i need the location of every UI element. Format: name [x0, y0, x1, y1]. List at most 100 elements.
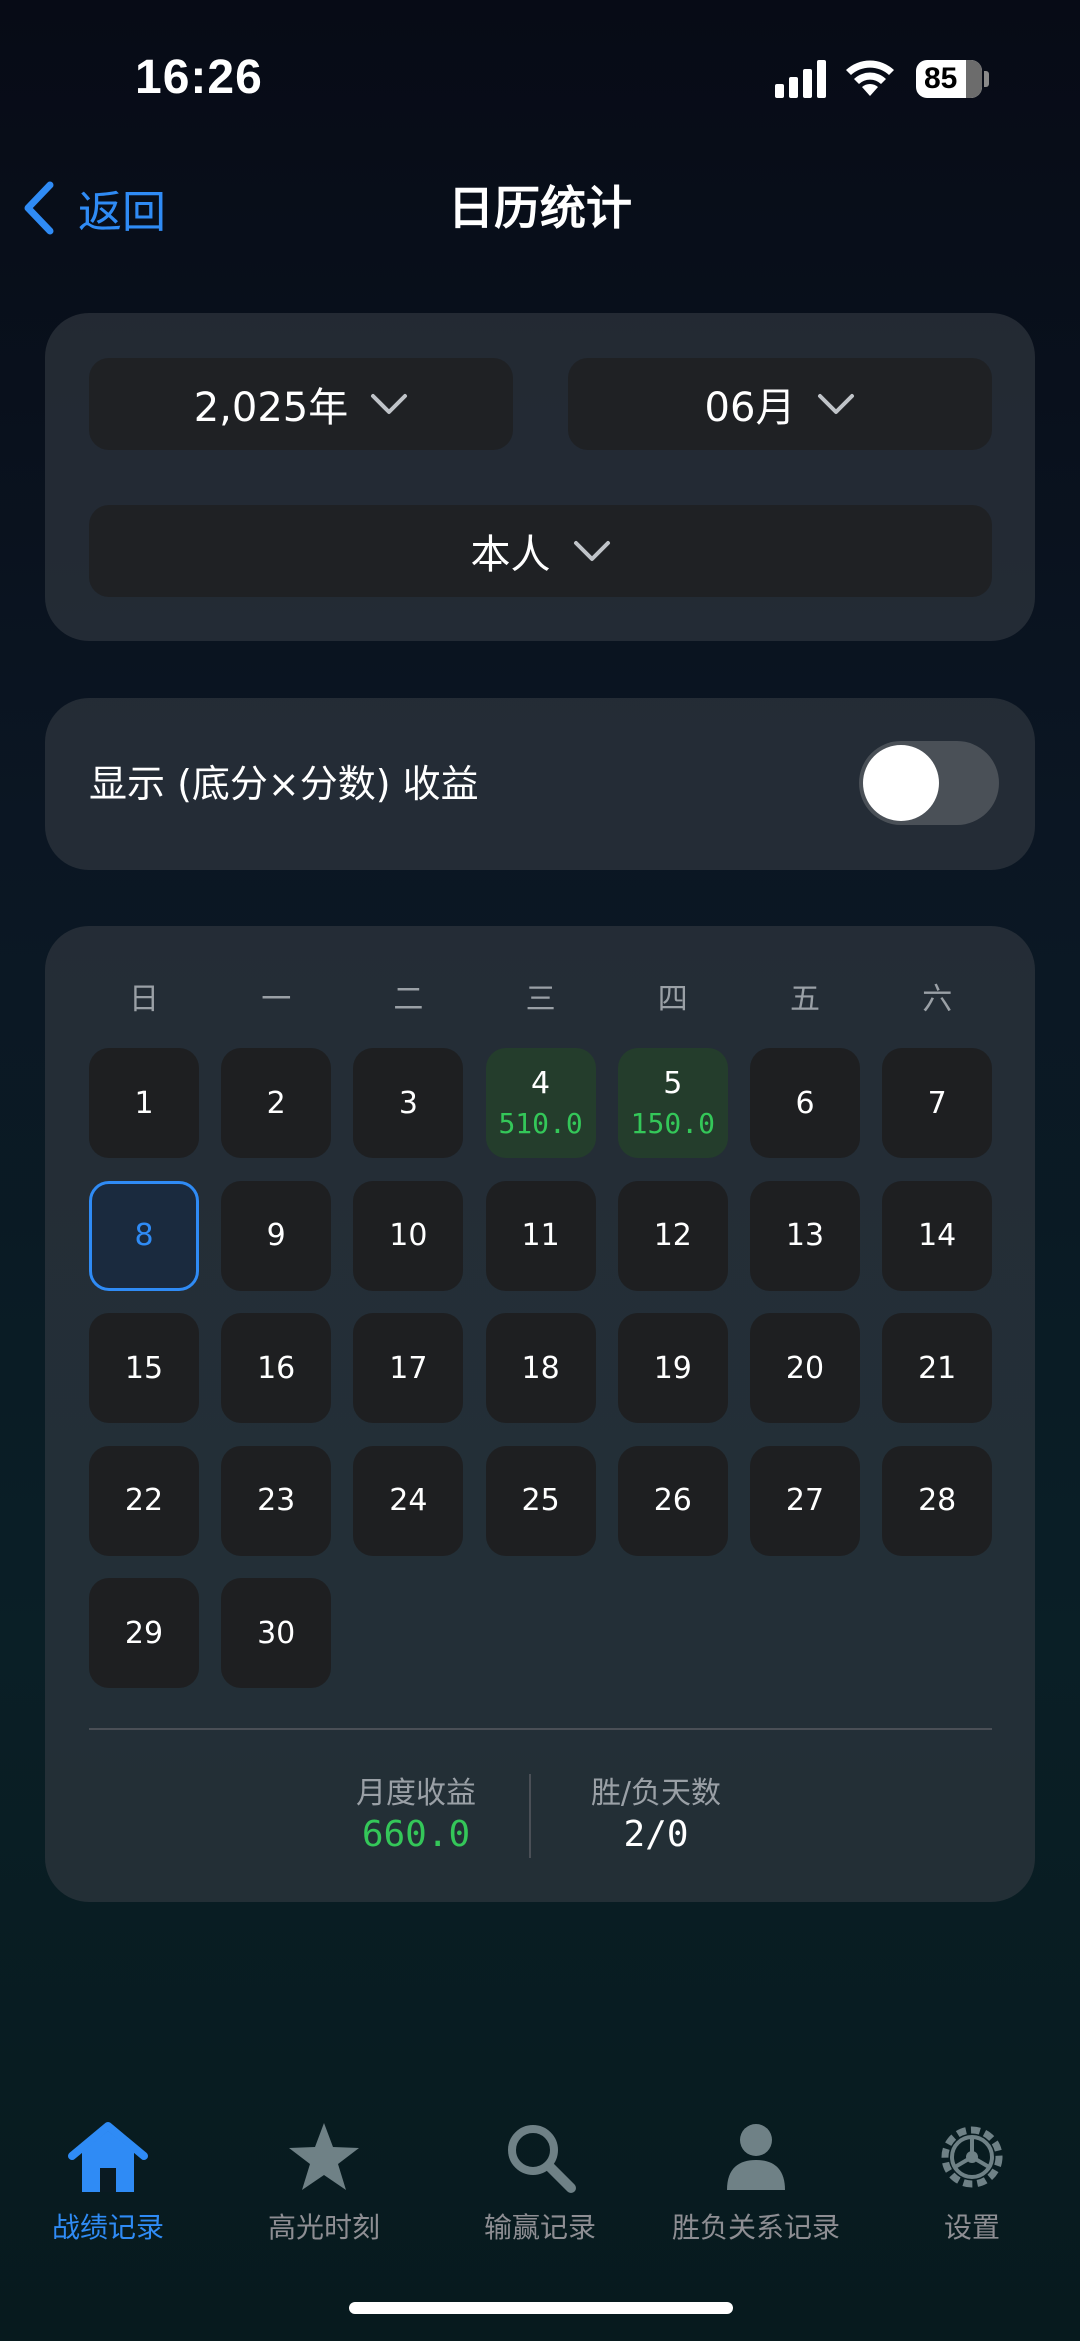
- calendar-day[interactable]: 3: [353, 1048, 464, 1158]
- gear-icon: [941, 2126, 1003, 2188]
- calendar-day[interactable]: 6: [750, 1048, 860, 1158]
- income-toggle-label: 显示 (底分×分数) 收益: [89, 762, 479, 806]
- tab-label: 胜负关系记录: [671, 2211, 840, 2244]
- day-number: 27: [785, 1483, 825, 1518]
- wifi-icon: [846, 60, 894, 96]
- calendar-day[interactable]: 21: [882, 1313, 993, 1423]
- calendar-day[interactable]: 24: [353, 1445, 464, 1556]
- tab-relationship-records[interactable]: 胜负关系记录: [648, 2120, 864, 2246]
- calendar-day[interactable]: 11: [485, 1180, 596, 1291]
- win-loss-days-value: 2/0: [623, 1814, 689, 1855]
- day-number: 21: [918, 1350, 957, 1386]
- month-picker[interactable]: 06月: [568, 358, 992, 450]
- calendar-day[interactable]: 28: [882, 1445, 993, 1556]
- day-number: 15: [124, 1350, 164, 1386]
- calendar-card: 日一二三四五六 1 2 3 4 510.0 5 150.0 6 7 8 9 10 11 12 13 14 15 1…: [45, 926, 1035, 1902]
- calendar-day[interactable]: 5 150.0: [617, 1048, 728, 1158]
- search-icon: [508, 2125, 576, 2193]
- tab-label: 战绩记录: [51, 2211, 164, 2244]
- tab-label: 设置: [943, 2211, 1000, 2244]
- battery-tip: [984, 71, 989, 87]
- calendar-day[interactable]: 29: [89, 1578, 199, 1688]
- chevron-down-icon: [371, 394, 408, 414]
- day-number: 13: [785, 1218, 825, 1253]
- income-toggle-card: 显示 (底分×分数) 收益: [45, 698, 1035, 870]
- day-number: 5: [663, 1066, 683, 1101]
- person-picker[interactable]: 本人: [89, 505, 992, 597]
- tab-label: 输赢记录: [483, 2211, 596, 2244]
- month-value: 06月: [704, 385, 796, 431]
- tab-battle-records[interactable]: 战绩记录: [0, 2120, 216, 2246]
- calendar-day[interactable]: 15: [89, 1313, 199, 1423]
- home-indicator: [349, 2302, 733, 2314]
- tab-bar: 战绩记录 高光时刻 输赢记录 胜负关系记录 设置: [0, 2120, 1080, 2260]
- toggle-knob: [863, 745, 939, 821]
- day-number: 18: [521, 1350, 560, 1386]
- calendar-day[interactable]: 9: [221, 1180, 332, 1291]
- day-number: 26: [653, 1483, 692, 1518]
- day-number: 14: [918, 1218, 957, 1253]
- star-icon: [289, 2123, 359, 2190]
- year-value: 2,025年: [193, 385, 349, 431]
- day-number: 10: [389, 1218, 428, 1253]
- day-number: 19: [653, 1350, 692, 1386]
- calendar-day[interactable]: 23: [221, 1445, 332, 1556]
- day-number: 29: [124, 1615, 164, 1651]
- page-title: 日历统计: [448, 181, 632, 235]
- calendar-day-today[interactable]: 8: [89, 1180, 199, 1291]
- day-number: 9: [266, 1218, 286, 1253]
- tab-label: 高光时刻: [267, 2211, 380, 2244]
- calendar-day[interactable]: 13: [750, 1180, 860, 1291]
- weekday-label: 六: [922, 982, 953, 1017]
- day-number: 8: [134, 1218, 154, 1253]
- weekday-label: 日: [129, 982, 159, 1017]
- day-number: 1: [134, 1085, 154, 1121]
- day-number: 11: [521, 1218, 560, 1253]
- calendar-day[interactable]: 30: [221, 1578, 332, 1688]
- weekday-label: 二: [393, 982, 424, 1017]
- status-time: 16:26: [135, 51, 263, 104]
- weekday-label: 一: [261, 982, 292, 1017]
- day-number: 12: [653, 1218, 692, 1253]
- calendar-day[interactable]: 20: [750, 1313, 860, 1423]
- day-income: 510.0: [498, 1107, 583, 1140]
- tab-highlights[interactable]: 高光时刻: [216, 2120, 432, 2246]
- income-toggle-switch[interactable]: [859, 741, 999, 825]
- day-income: 150.0: [630, 1107, 715, 1140]
- calendar-day[interactable]: 4 510.0: [485, 1048, 596, 1158]
- filter-card: 2,025年 06月 本人: [45, 313, 1035, 641]
- calendar-day[interactable]: 1: [89, 1048, 199, 1158]
- tab-win-loss-records[interactable]: 输赢记录: [432, 2120, 648, 2246]
- year-picker[interactable]: 2,025年: [89, 358, 513, 450]
- chevron-down-icon: [818, 394, 855, 414]
- status-bar: 16:26 85: [0, 0, 1080, 150]
- day-number: 30: [257, 1615, 296, 1651]
- chevron-down-icon: [573, 541, 610, 561]
- battery-empty-segment: [966, 60, 982, 98]
- calendar-day[interactable]: 16: [221, 1313, 332, 1423]
- weekday-header: 日一二三四五六: [89, 970, 992, 1030]
- calendar-day[interactable]: 7: [882, 1048, 993, 1158]
- summary-divider: [89, 1728, 992, 1730]
- calendar-day[interactable]: 17: [353, 1313, 464, 1423]
- calendar-day[interactable]: 26: [617, 1445, 728, 1556]
- weekday-label: 四: [657, 982, 688, 1017]
- calendar-day[interactable]: 25: [485, 1445, 596, 1556]
- day-number: 3: [398, 1085, 418, 1121]
- calendar-day[interactable]: 22: [89, 1445, 199, 1556]
- calendar-day[interactable]: 12: [617, 1180, 728, 1291]
- day-number: 23: [257, 1483, 296, 1518]
- person-icon: [727, 2124, 785, 2190]
- person-value: 本人: [470, 532, 551, 578]
- calendar-day[interactable]: 27: [750, 1445, 860, 1556]
- day-number: 4: [531, 1066, 551, 1101]
- day-number: 6: [795, 1085, 815, 1121]
- day-number: 2: [266, 1085, 286, 1121]
- calendar-day[interactable]: 18: [485, 1313, 596, 1423]
- win-loss-days-label: 胜/负天数: [590, 1776, 722, 1811]
- calendar-day[interactable]: 10: [353, 1180, 464, 1291]
- calendar-day[interactable]: 2: [221, 1048, 332, 1158]
- tab-settings[interactable]: 设置: [864, 2120, 1080, 2246]
- calendar-day[interactable]: 19: [617, 1313, 728, 1423]
- calendar-day[interactable]: 14: [882, 1180, 993, 1291]
